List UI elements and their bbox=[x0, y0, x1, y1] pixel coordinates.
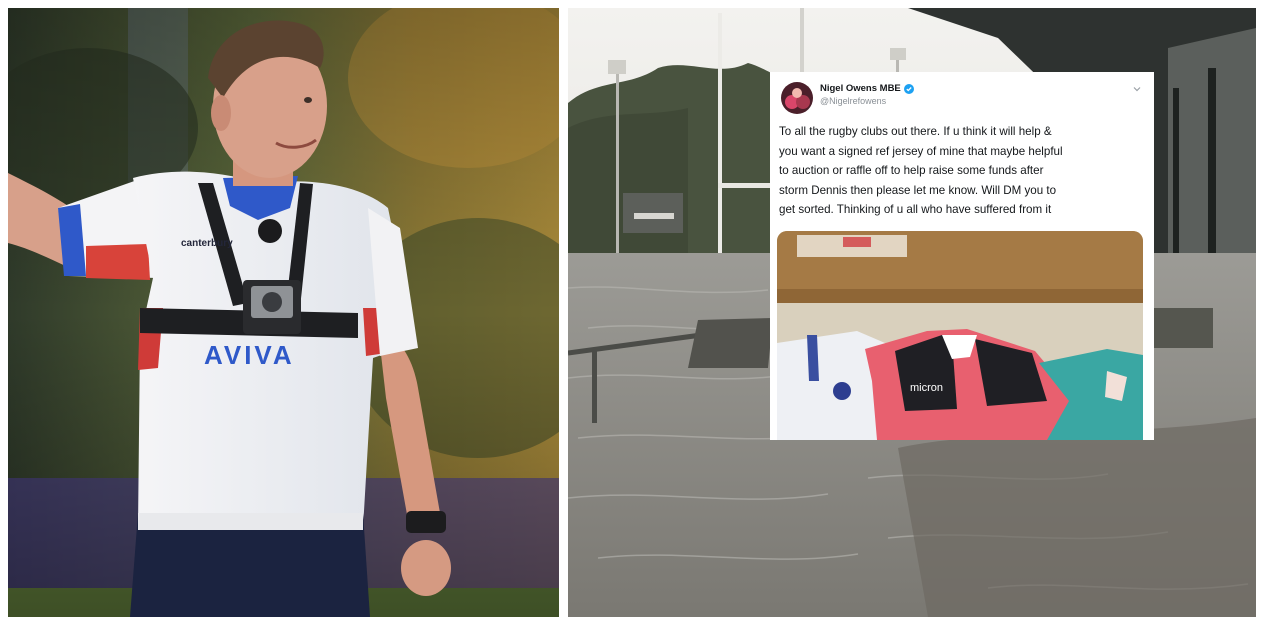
tweet-text-line: to auction or raffle off to help raise s… bbox=[779, 164, 1044, 178]
referee-photo: canterbury AVIVA bbox=[8, 8, 559, 617]
canterbury-logo-text: canterbury bbox=[181, 238, 233, 249]
tweet-author-name[interactable]: Nigel Owens MBE bbox=[820, 83, 901, 94]
verified-badge-icon bbox=[903, 83, 914, 94]
tweet-text: To all the rugby clubs out there. If u t… bbox=[776, 122, 1148, 220]
tweet-text-line: you want a signed ref jersey of mine tha… bbox=[779, 144, 1063, 158]
tweet-header: Nigel Owens MBE @Nigelrefowens bbox=[776, 78, 1148, 118]
tweet-text-line: To all the rugby clubs out there. If u t… bbox=[779, 125, 1052, 138]
avatar[interactable] bbox=[781, 82, 813, 114]
tweet-author-handle[interactable]: @Nigelrefowens bbox=[820, 96, 886, 106]
avatar-image bbox=[781, 82, 813, 114]
image-collage: canterbury AVIVA Nigel Owens MBE @Nigelr… bbox=[0, 0, 1264, 625]
referee-photo-graphic: canterbury AVIVA bbox=[8, 8, 559, 617]
aviva-sponsor-text: AVIVA bbox=[204, 340, 295, 370]
chevron-down-icon[interactable] bbox=[1132, 84, 1142, 94]
tweet-card: Nigel Owens MBE @Nigelrefowens To all th… bbox=[770, 72, 1154, 440]
jersey-brand-text: micron bbox=[910, 382, 943, 394]
tweet-media-image[interactable]: micron bbox=[777, 231, 1143, 440]
tweet-name-row: Nigel Owens MBE bbox=[820, 83, 914, 94]
jerseys-photo: micron bbox=[777, 231, 1143, 440]
tweet-text-line: get sorted. Thinking of u all who have s… bbox=[779, 203, 1052, 217]
tweet-text-line: storm Dennis then please let me know. Wi… bbox=[779, 183, 1057, 197]
